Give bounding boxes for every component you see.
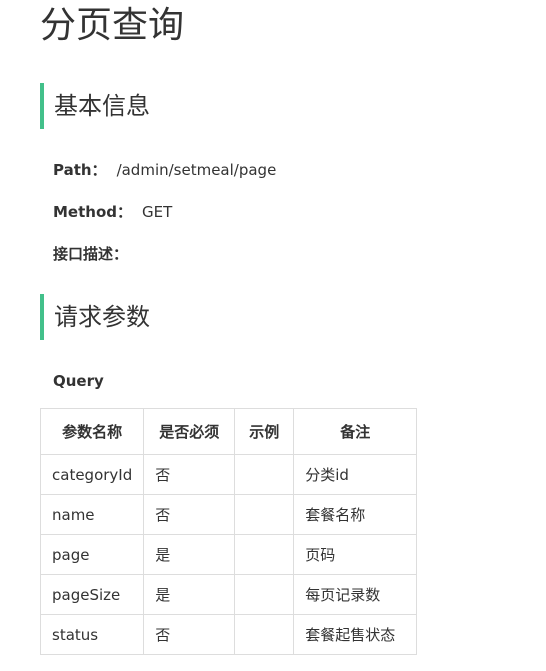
page-title: 分页查询 bbox=[40, 5, 185, 46]
cell-remark: 套餐起售状态 bbox=[293, 614, 418, 655]
cell-remark: 页码 bbox=[293, 534, 418, 575]
section-heading-request-params: 请求参数 bbox=[40, 294, 500, 340]
table-row: name 否 套餐名称 bbox=[39, 494, 418, 535]
cell-remark: 每页记录数 bbox=[293, 574, 418, 615]
cell-param-name: categoryId bbox=[39, 454, 145, 495]
header-remark: 备注 bbox=[293, 408, 418, 455]
cell-required: 否 bbox=[143, 494, 236, 535]
cell-param-name: status bbox=[39, 614, 145, 655]
cell-required: 否 bbox=[143, 614, 236, 655]
path-value: /admin/setmeal/page bbox=[116, 161, 277, 179]
header-required: 是否必须 bbox=[143, 408, 236, 455]
table-row: status 否 套餐起售状态 bbox=[39, 614, 418, 655]
cell-example bbox=[234, 534, 295, 575]
path-label: Path： bbox=[53, 161, 107, 179]
table-header-row: 参数名称 是否必须 示例 备注 bbox=[39, 408, 418, 455]
section-heading-basic-info: 基本信息 bbox=[40, 83, 500, 129]
cell-param-name: page bbox=[39, 534, 145, 575]
cell-example bbox=[234, 614, 295, 655]
params-table: 参数名称 是否必须 示例 备注 categoryId 否 分类id name 否… bbox=[39, 408, 418, 655]
cell-remark: 套餐名称 bbox=[293, 494, 418, 535]
query-label: Query bbox=[53, 372, 104, 390]
cell-remark: 分类id bbox=[293, 454, 418, 495]
table-row: categoryId 否 分类id bbox=[39, 454, 418, 495]
method-label: Method： bbox=[53, 203, 132, 221]
cell-example bbox=[234, 494, 295, 535]
description-line: 接口描述： bbox=[53, 244, 128, 264]
table-row: pageSize 是 每页记录数 bbox=[39, 574, 418, 615]
cell-example bbox=[234, 454, 295, 495]
cell-param-name: name bbox=[39, 494, 145, 535]
method-value: GET bbox=[142, 203, 173, 221]
description-label: 接口描述： bbox=[53, 245, 129, 263]
path-line: Path： /admin/setmeal/page bbox=[53, 160, 276, 180]
method-line: Method： GET bbox=[53, 202, 172, 222]
table-row: page 是 页码 bbox=[39, 534, 418, 575]
cell-required: 是 bbox=[143, 534, 236, 575]
cell-param-name: pageSize bbox=[39, 574, 145, 615]
cell-example bbox=[234, 574, 295, 615]
cell-required: 是 bbox=[143, 574, 236, 615]
cell-required: 否 bbox=[143, 454, 236, 495]
header-param-name: 参数名称 bbox=[39, 408, 145, 455]
header-example: 示例 bbox=[234, 408, 295, 455]
